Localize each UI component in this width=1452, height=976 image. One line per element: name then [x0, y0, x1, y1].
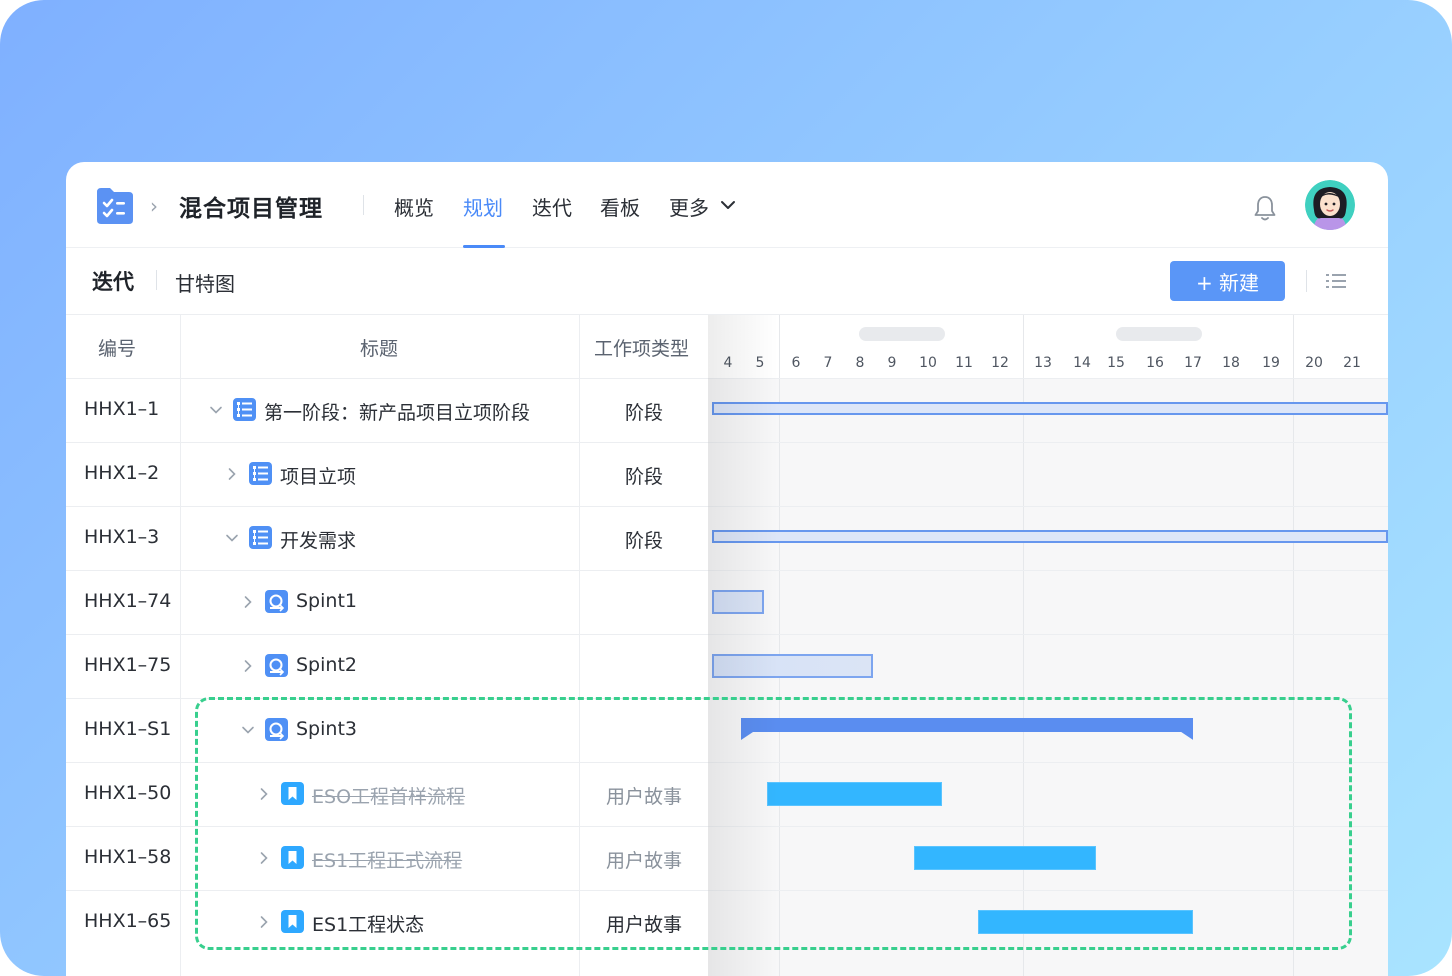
bell-icon[interactable]: [1252, 194, 1278, 222]
stage-icon: [233, 398, 256, 421]
day-label: 19: [1262, 355, 1280, 371]
new-button[interactable]: + 新建: [1170, 261, 1285, 301]
day-label: 12: [991, 355, 1009, 371]
highlight-box: [195, 697, 1352, 950]
column-header-id[interactable]: 编号: [98, 334, 136, 361]
row-title[interactable]: Spint1: [296, 590, 357, 612]
stage-icon: [249, 526, 272, 549]
month-label-placeholder: [859, 327, 945, 341]
day-label: 10: [919, 355, 937, 371]
day-label: 13: [1034, 355, 1052, 371]
list-view-icon[interactable]: [1324, 271, 1348, 291]
row-id: HHX1–58: [84, 846, 172, 868]
project-logo-icon: [97, 188, 133, 224]
chevron-down-icon[interactable]: [719, 196, 737, 214]
section-title: 迭代: [92, 270, 134, 294]
row-id: HHX1–75: [84, 654, 172, 676]
row-title[interactable]: 第一阶段：新产品项目立项阶段: [264, 398, 530, 425]
nav-planning[interactable]: 规划: [463, 192, 503, 221]
day-label: 14: [1073, 355, 1091, 371]
sprint-icon: [265, 590, 288, 613]
day-label: 8: [855, 355, 865, 371]
chevron-right-icon[interactable]: [241, 659, 255, 673]
gantt-stage-bar[interactable]: [711, 529, 1388, 543]
row-id: HHX1–50: [84, 782, 172, 804]
app-window: › 混合项目管理 概览 规划 迭代 看板 更多 迭代 甘特图 + 新建 4567…: [66, 162, 1388, 976]
chevron-down-icon[interactable]: [225, 531, 239, 545]
row-title[interactable]: Spint2: [296, 654, 357, 676]
day-label: 21: [1343, 355, 1361, 371]
day-label: 16: [1146, 355, 1164, 371]
day-label: 20: [1305, 355, 1323, 371]
row-id: HHX1–1: [84, 398, 160, 420]
month-label-placeholder: [1116, 327, 1202, 341]
row-id: HHX1–2: [84, 462, 160, 484]
day-label: 7: [823, 355, 833, 371]
row-id: HHX1–74: [84, 590, 172, 612]
nav-iteration[interactable]: 迭代: [532, 192, 572, 221]
toolbar-divider: [156, 270, 157, 290]
row-type: 阶段: [624, 530, 663, 552]
column-header-type[interactable]: 工作项类型: [594, 334, 689, 361]
row-id: HHX1–S1: [84, 718, 172, 740]
nav-more[interactable]: 更多: [669, 192, 709, 221]
chevron-right-icon[interactable]: [225, 467, 239, 481]
row-id: HHX1–3: [84, 526, 160, 548]
sprint-icon: [265, 654, 288, 677]
chevron-down-icon[interactable]: [209, 403, 223, 417]
day-label: 15: [1107, 355, 1125, 371]
row-type: 阶段: [624, 466, 663, 488]
day-label: 9: [887, 355, 897, 371]
breadcrumb-chevron-icon: ›: [150, 194, 158, 218]
day-label: 11: [955, 355, 973, 371]
toolbar-divider-2: [1306, 270, 1307, 292]
user-avatar[interactable]: [1305, 180, 1355, 230]
row-title[interactable]: 项目立项: [280, 462, 356, 489]
chevron-right-icon[interactable]: [241, 595, 255, 609]
row-id: HHX1–65: [84, 910, 172, 932]
day-label: 17: [1184, 355, 1202, 371]
project-title[interactable]: 混合项目管理: [179, 189, 323, 223]
day-label: 18: [1222, 355, 1240, 371]
nav-active-indicator: [463, 245, 505, 248]
nav-divider: [363, 195, 364, 215]
view-name[interactable]: 甘特图: [175, 268, 235, 297]
day-label: 6: [791, 355, 801, 371]
row-type: 阶段: [624, 402, 663, 424]
nav-board[interactable]: 看板: [600, 192, 640, 221]
row-title[interactable]: 开发需求: [280, 526, 356, 553]
stage-icon: [249, 462, 272, 485]
gantt-stage-bar[interactable]: [711, 401, 1388, 415]
column-header-title[interactable]: 标题: [360, 334, 398, 361]
nav-overview[interactable]: 概览: [394, 192, 434, 221]
